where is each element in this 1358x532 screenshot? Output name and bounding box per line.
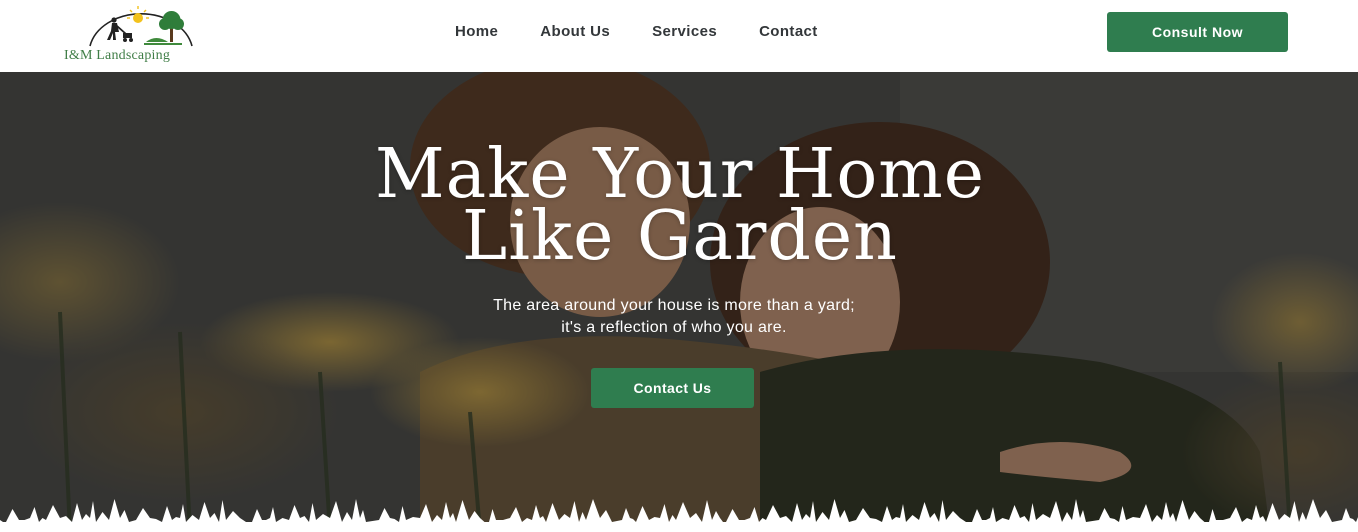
hero-subtitle: The area around your house is more than … <box>379 295 969 339</box>
nav-contact[interactable]: Contact <box>759 22 818 42</box>
consult-now-button[interactable]: Consult Now <box>1107 12 1288 52</box>
hero-subtitle-line-2: it's a reflection of who you are. <box>561 319 787 336</box>
contact-us-button[interactable]: Contact Us <box>591 368 754 408</box>
hero-section: Make Your Home Like Garden The area arou… <box>0 72 1358 532</box>
logo[interactable]: I&M Landscaping <box>62 4 216 66</box>
site-header: I&M Landscaping Home About Us Services C… <box>0 0 1358 72</box>
nav-about-us[interactable]: About Us <box>540 22 610 42</box>
hero-title-line-2: Like Garden <box>462 197 898 276</box>
nav-services[interactable]: Services <box>652 22 717 42</box>
logo-text: I&M Landscaping <box>64 48 171 63</box>
grass-divider <box>0 499 1358 532</box>
hero-title: Make Your Home Like Garden <box>230 141 1130 276</box>
landscaping-logo-icon <box>89 6 193 47</box>
nav-home[interactable]: Home <box>455 22 498 42</box>
hero-subtitle-line-1: The area around your house is more than … <box>493 297 855 314</box>
main-nav: Home About Us Services Contact <box>455 22 860 42</box>
